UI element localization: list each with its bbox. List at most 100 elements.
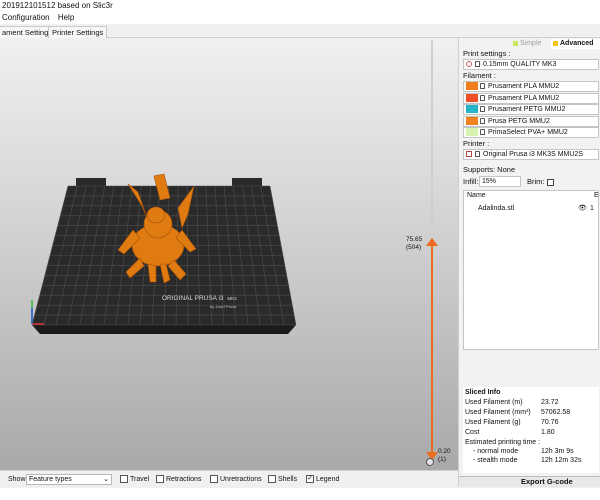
toggle-travel[interactable]: Travel [120, 475, 149, 485]
printer-icon [466, 151, 472, 158]
supports-select[interactable]: Supports: None [463, 165, 515, 174]
printer-profile-select[interactable]: Original Prusa i3 MK3S MMU2S [463, 149, 599, 160]
object-list[interactable]: Name E Adalinda.stl 👁 1 [463, 190, 599, 350]
object-row[interactable]: Adalinda.stl 👁 1 [464, 204, 598, 214]
filament-color-swatch[interactable] [466, 82, 478, 91]
menu-help[interactable]: Help [58, 13, 74, 22]
filament-color-swatch[interactable] [466, 116, 478, 125]
sliced-info-title: Sliced Info [465, 389, 501, 396]
tab-bar: ament Settings Printer Settings [0, 24, 600, 38]
layer-slider-cog-icon[interactable] [426, 458, 434, 466]
filament-select[interactable]: Prusament PLA MMU2 [463, 81, 599, 92]
estimated-time-label: Estimated printing time : [465, 439, 541, 446]
toggle-label: Unretractions [220, 476, 262, 483]
lock-icon [475, 61, 480, 68]
lock-icon [480, 117, 485, 124]
sliced-info-label: Used Filament (g) [465, 419, 521, 426]
scene-canvas: ORIGINAL PRUSA i3 MK3 by Josef Prusa [31, 173, 297, 334]
brim-checkbox[interactable] [546, 178, 554, 186]
filament-select[interactable]: Prusament PETG MMU2 [463, 104, 599, 115]
eye-icon[interactable]: 👁 [578, 204, 587, 214]
filament-select[interactable]: PrimaSelect PVA+ MMU2 [463, 127, 599, 138]
brim-label: Brim: [527, 177, 554, 186]
bed-tab-right [232, 178, 262, 187]
bed-edge [32, 325, 296, 334]
toggle-legend[interactable]: Legend [306, 475, 339, 485]
mode-advanced[interactable]: Advanced [551, 39, 600, 49]
checkbox[interactable] [306, 475, 314, 484]
filament-name: PrimaSelect PVA+ MMU2 [488, 129, 568, 136]
advanced-mode-icon [553, 40, 558, 46]
bed-tab-left [76, 178, 106, 187]
sliced-info-panel: Sliced Info Used Filament (m) 23.72 Used F… [463, 387, 599, 473]
filament-label: Filament : [463, 71, 496, 80]
lock-icon [480, 83, 485, 90]
view-type-select[interactable]: Feature types ⌄ [26, 474, 112, 485]
lock-icon [480, 94, 485, 101]
toggle-retractions[interactable]: Retractions [156, 475, 201, 485]
toggle-label: Shells [278, 476, 298, 483]
3d-viewport[interactable]: ORIGINAL PRUSA i3 MK3 by Josef Prusa 75.… [0, 38, 458, 470]
right-sidebar: Simple Advanced Print settings : 0.15mm … [458, 38, 600, 487]
export-gcode-button[interactable]: Export G-code [459, 476, 600, 487]
layer-slider-range [431, 242, 433, 454]
mode-simple[interactable]: Simple [511, 39, 549, 49]
sliced-info-value: 57062.58 [541, 409, 571, 416]
checkbox[interactable] [210, 475, 218, 484]
filament-name: Prusament PLA MMU2 [488, 94, 560, 102]
filament-name: Prusament PLA MMU2 [488, 83, 560, 90]
lock-icon [475, 151, 480, 158]
gear-icon [466, 61, 472, 68]
sliced-info-value: 70.76 [541, 419, 559, 426]
preview-bottom-bar: Show Feature types ⌄ Travel Retractions Un… [0, 470, 458, 488]
filament-select[interactable]: Prusa PETG MMU2 [463, 115, 599, 127]
menu-configuration[interactable]: Configuration [2, 13, 50, 22]
filament-name: Prusament PETG MMU2 [488, 106, 566, 113]
toggle-unretractions[interactable]: Unretractions [210, 475, 262, 485]
time-mode-value: 12h 12m 32s [541, 457, 582, 464]
tab-printer-settings[interactable]: Printer Settings [48, 26, 108, 38]
object-name: Adalinda.stl [478, 205, 515, 212]
print-profile-select[interactable]: 0.15mm QUALITY MK3 [463, 59, 599, 70]
sliced-info-label: Used Filament (m) [465, 399, 523, 406]
filament-select[interactable]: Prusament PLA MMU2 [463, 92, 599, 104]
chevron-down-icon: ⌄ [103, 476, 109, 483]
layer-slider[interactable] [426, 38, 458, 470]
sliced-info-label: Used Filament (mm³) [465, 409, 531, 416]
toggle-shells[interactable]: Shells [268, 475, 297, 485]
column-name[interactable]: Name [467, 192, 486, 199]
simple-mode-icon [513, 40, 518, 46]
layer-slider-top-thumb[interactable] [426, 238, 438, 246]
status-bar [0, 488, 600, 500]
layer-slider-bottom-label: 0.20 (1) [438, 448, 451, 463]
checkbox[interactable] [120, 475, 128, 484]
layer-slider-top-label: 75.65 (504) [406, 236, 423, 251]
lock-icon [480, 106, 485, 113]
mode-switch: Simple Advanced [511, 38, 600, 49]
filament-color-swatch[interactable] [466, 105, 478, 114]
time-mode-label: - stealth mode [473, 457, 518, 464]
lock-icon [480, 129, 485, 136]
sliced-info-value: 1.80 [541, 429, 555, 436]
column-extruder[interactable]: E [594, 191, 599, 201]
toggle-label: Retractions [166, 476, 202, 483]
window-title: 201912101512 based on Slic3r [0, 0, 600, 12]
menu-bar: Configuration Help [0, 12, 600, 24]
printer-label: Printer : [463, 139, 490, 148]
infill-select[interactable]: 15% [479, 176, 521, 187]
filament-color-swatch[interactable] [466, 93, 478, 102]
checkbox[interactable] [268, 475, 276, 484]
time-mode-label: - normal mode [473, 448, 519, 455]
filament-color-swatch[interactable] [466, 128, 478, 137]
sliced-info-label: Cost [465, 429, 480, 436]
infill-label: Infill: [463, 177, 479, 186]
time-mode-value: 12h 3m 9s [541, 448, 574, 455]
sliced-info-value: 23.72 [541, 399, 559, 406]
toggle-label: Travel [130, 476, 150, 483]
toggle-label: Legend [316, 476, 340, 483]
filament-name: Prusa PETG MMU2 [488, 117, 550, 125]
print-settings-label: Print settings : [463, 49, 511, 58]
checkbox[interactable] [156, 475, 164, 484]
object-list-header: Name E [464, 191, 599, 201]
object-extruder: 1 [590, 205, 594, 212]
